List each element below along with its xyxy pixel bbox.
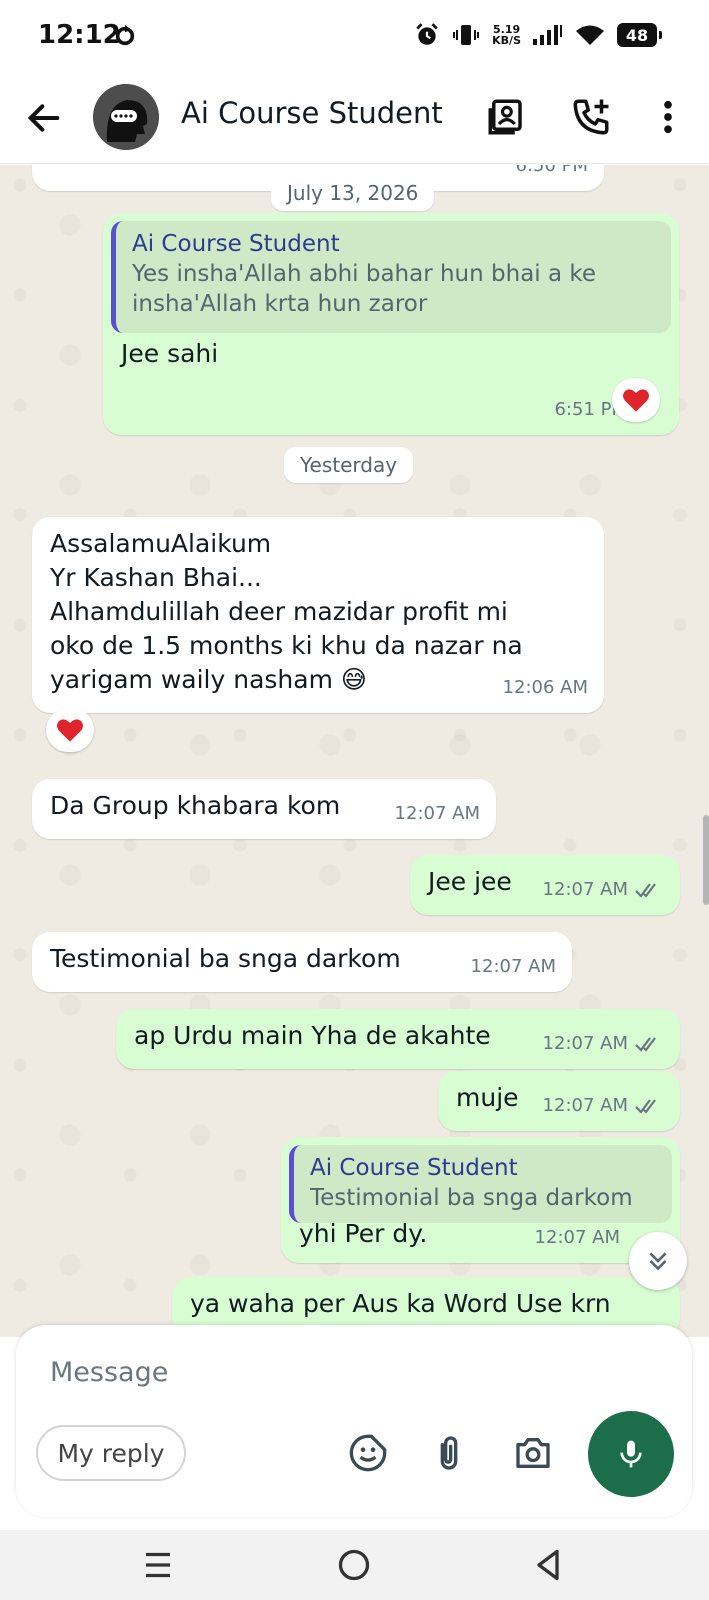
recents-icon[interactable] [140, 1547, 176, 1583]
quote-text: insha'Allah krta hun zaror [132, 291, 428, 317]
message-text: Da Group khabara kom [50, 791, 341, 820]
message-text: Jee sahi [121, 339, 219, 368]
reaction-badge[interactable] [612, 378, 660, 422]
message-text: yhi Per dy. [299, 1219, 428, 1248]
sync-icon [115, 25, 135, 46]
message-outgoing[interactable]: Jee jee 12:07 AM [410, 855, 680, 915]
add-call-icon[interactable] [570, 96, 612, 138]
message-text: Jee jee [428, 867, 512, 896]
date-separator: Yesterday [284, 447, 414, 483]
message-outgoing[interactable]: muje 12:07 AM [438, 1071, 680, 1131]
message-line: AssalamuAlaikum [50, 529, 272, 558]
avatar[interactable] [93, 84, 159, 150]
status-icons: 5.19 KB/S 48 [414, 22, 662, 48]
message-time: 12:07 AM [534, 1227, 620, 1248]
scrollbar[interactable] [703, 815, 709, 905]
mic-button[interactable] [588, 1411, 674, 1497]
message-incoming[interactable]: AssalamuAlaikum Yr Kashan Bhai... Alhamd… [32, 517, 604, 713]
message-line: Alhamdulillah deer mazidar profit mi [50, 597, 508, 626]
wifi-icon [576, 25, 604, 45]
reaction-badge[interactable] [46, 708, 94, 752]
message-time-status: 12:07 AM [543, 1027, 664, 1061]
message-time-status: 12:07 AM [543, 1089, 664, 1123]
sticker-icon[interactable] [348, 1433, 388, 1473]
signal-icon [533, 25, 562, 45]
net-speed: 5.19 KB/S [492, 23, 521, 47]
battery-icon: 48 [617, 23, 662, 47]
quote-author: Ai Course Student [132, 231, 340, 257]
mic-icon [620, 1440, 642, 1468]
back-icon[interactable] [530, 1547, 566, 1583]
message-outgoing[interactable]: Ai Course Student Yes insha'Allah abhi b… [103, 213, 679, 435]
my-reply-chip[interactable]: My reply [36, 1425, 186, 1481]
double-check-icon [635, 1037, 656, 1052]
message-composer: Message My reply [16, 1325, 692, 1517]
quoted-message[interactable]: Ai Course Student Testimonial ba snga da… [289, 1145, 672, 1223]
message-incoming[interactable]: Da Group khabara kom 12:07 AM [32, 779, 496, 839]
date-separator: July 13, 2026 [271, 175, 435, 211]
more-vert-icon[interactable] [647, 96, 689, 138]
scroll-to-bottom-button[interactable] [629, 1232, 687, 1290]
message-incoming[interactable]: Testimonial ba snga darkom 12:07 AM [32, 932, 572, 992]
alarm-icon [416, 23, 438, 45]
status-bar: 12:12 5.19 KB/S 48 [0, 0, 709, 76]
back-arrow-icon[interactable] [24, 98, 64, 138]
double-chevron-down-icon [649, 1252, 667, 1271]
message-time: 12:07 AM [470, 956, 556, 977]
message-text: ya waha per Aus ka Word Use krn [190, 1289, 611, 1318]
message-line: Yr Kashan Bhai... [50, 563, 262, 592]
quote-text: Testimonial ba snga darkom [310, 1185, 633, 1211]
heart-icon [623, 389, 649, 412]
attach-icon[interactable] [429, 1433, 469, 1473]
message-text: muje [456, 1083, 519, 1112]
message-text: ap Urdu main Yha de akahte [134, 1021, 491, 1050]
chat-area[interactable]: ke insha'Allah krta hun zaror 6:50 PM Ju… [0, 165, 709, 1337]
home-icon[interactable] [336, 1547, 372, 1583]
message-outgoing[interactable]: Ai Course Student Testimonial ba snga da… [281, 1137, 680, 1263]
quote-text: Yes insha'Allah abhi bahar hun bhai a ke [132, 261, 597, 287]
status-time: 12:12 [38, 20, 121, 50]
quoted-message[interactable]: Ai Course Student Yes insha'Allah abhi b… [111, 221, 671, 333]
message-text: Testimonial ba snga darkom [50, 944, 401, 973]
chat-title[interactable]: Ai Course Student [181, 96, 443, 130]
message-input[interactable]: Message [50, 1357, 168, 1388]
message-time-status: 12:07 AM [543, 873, 664, 907]
contact-card-icon[interactable] [485, 96, 527, 138]
vibrate-icon [453, 25, 480, 45]
quote-author: Ai Course Student [310, 1155, 518, 1181]
message-time: 6:50 PM [515, 165, 588, 176]
camera-icon[interactable] [513, 1433, 553, 1473]
double-check-icon [635, 883, 656, 898]
message-time: 12:06 AM [502, 677, 588, 698]
message-time: 12:07 AM [394, 803, 480, 824]
heart-icon [57, 719, 83, 742]
system-nav-bar [0, 1530, 709, 1600]
message-line: oko de 1.5 months ki khu da nazar na [50, 631, 523, 660]
message-outgoing[interactable]: ap Urdu main Yha de akahte 12:07 AM [116, 1009, 680, 1069]
message-text: ke insha'Allah krta hun zaror [50, 165, 408, 173]
chat-header: Ai Course Student [0, 76, 709, 164]
double-check-icon [635, 1099, 656, 1114]
